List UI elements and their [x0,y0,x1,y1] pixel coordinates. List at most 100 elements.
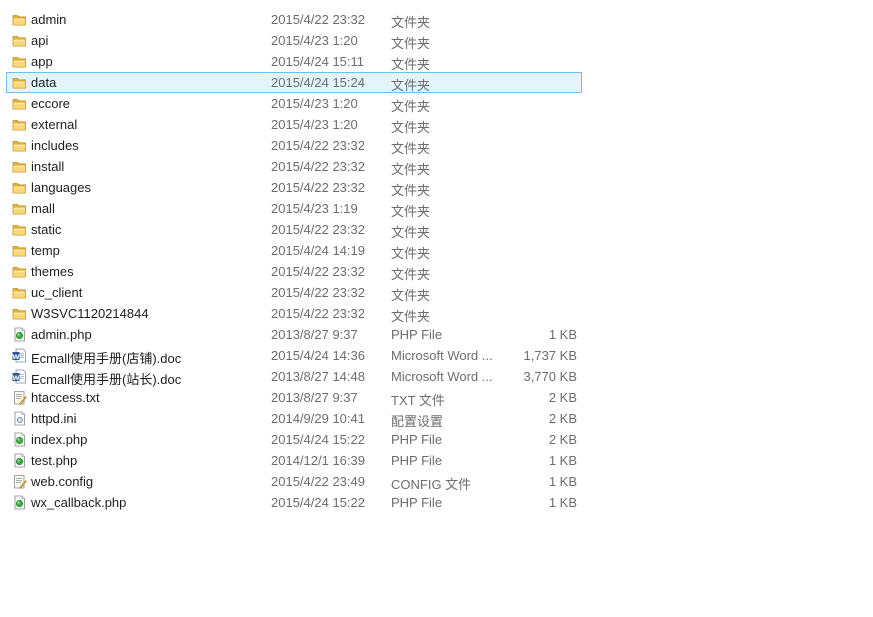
file-name[interactable]: htaccess.txt [31,390,100,405]
file-name[interactable]: static [31,222,61,237]
file-name[interactable]: admin.php [31,327,92,342]
file-list: admin 2015/4/22 23:32 文件夹 api 2015/4/23 1:20… [6,9,582,513]
text-file-icon [12,474,27,489]
file-row[interactable]: admin.php 2013/8/27 9:37 PHP File 1 KB [6,324,582,345]
file-row[interactable]: web.config 2015/4/22 23:49 CONFIG 文件 1 KB [6,471,582,492]
file-name[interactable]: install [31,159,64,174]
file-row[interactable]: wx_callback.php 2015/4/24 15:22 PHP File 1 … [6,492,582,513]
file-type: 文件夹 [391,183,431,198]
file-date: 2015/4/22 23:49 [271,474,365,489]
file-name[interactable]: admin [31,12,66,27]
file-size: 1 KB [548,327,577,342]
folder-icon [12,180,27,195]
php-file-icon [12,495,27,510]
file-name[interactable]: Ecmall使用手册(店铺).doc [31,348,181,367]
file-date: 2015/4/22 23:32 [271,180,365,195]
file-name[interactable]: uc_client [31,285,82,300]
file-name[interactable]: index.php [31,432,87,447]
file-date: 2013/8/27 14:48 [271,369,365,384]
file-name[interactable]: external [31,117,77,132]
file-row[interactable]: static 2015/4/22 23:32 文件夹 [6,219,582,240]
file-name[interactable]: themes [31,264,74,279]
folder-icon [12,243,27,258]
folder-icon [12,96,27,111]
file-type: 文件夹 [391,15,431,30]
file-name[interactable]: httpd.ini [31,411,77,426]
file-name[interactable]: wx_callback.php [31,495,126,510]
file-type: 文件夹 [391,204,431,219]
file-type: 文件夹 [391,141,431,156]
file-name[interactable]: mall [31,201,55,216]
folder-icon [12,75,27,90]
php-file-icon [12,327,27,342]
file-name[interactable]: data [31,75,56,90]
file-name[interactable]: test.php [31,453,77,468]
file-name[interactable]: languages [31,180,91,195]
file-row[interactable]: data 2015/4/24 15:24 文件夹 [6,72,582,93]
file-name[interactable]: app [31,54,53,69]
file-row[interactable]: api 2015/4/23 1:20 文件夹 [6,30,582,51]
svg-text:W: W [12,374,19,382]
file-date: 2015/4/24 14:19 [271,243,365,258]
file-name[interactable]: temp [31,243,60,258]
file-name[interactable]: web.config [31,474,93,489]
folder-icon [12,201,27,216]
file-name[interactable]: includes [31,138,79,153]
folder-icon [12,264,27,279]
file-row[interactable]: app 2015/4/24 15:11 文件夹 [6,51,582,72]
php-file-icon [12,432,27,447]
file-date: 2015/4/24 15:22 [271,432,365,447]
word-doc-icon: W [12,369,27,384]
file-row[interactable]: W Ecmall使用手册(站长).doc 2013/8/27 14:48 Micros… [6,366,582,387]
php-file-icon [12,453,27,468]
file-row[interactable]: languages 2015/4/22 23:32 文件夹 [6,177,582,198]
file-type: 文件夹 [391,267,431,282]
file-date: 2014/12/1 16:39 [271,453,365,468]
file-name[interactable]: api [31,33,48,48]
file-date: 2013/8/27 9:37 [271,327,358,342]
file-date: 2015/4/23 1:20 [271,33,358,48]
file-type: 文件夹 [391,288,431,303]
file-date: 2014/9/29 10:41 [271,411,365,426]
file-row[interactable]: themes 2015/4/22 23:32 文件夹 [6,261,582,282]
file-date: 2015/4/24 14:36 [271,348,365,363]
file-type: 文件夹 [391,57,431,72]
file-row[interactable]: test.php 2014/12/1 16:39 PHP File 1 KB [6,450,582,471]
file-size: 1,737 KB [523,348,578,363]
file-type: PHP File [391,327,443,342]
file-row[interactable]: admin 2015/4/22 23:32 文件夹 [6,9,582,30]
file-row[interactable]: htaccess.txt 2013/8/27 9:37 TXT 文件 2 KB [6,387,582,408]
file-size: 2 KB [548,411,577,426]
folder-icon [12,33,27,48]
folder-icon [12,12,27,27]
file-row[interactable]: httpd.ini 2014/9/29 10:41 配置设置 2 KB [6,408,582,429]
file-name[interactable]: W3SVC1120214844 [31,306,149,321]
file-row[interactable]: eccore 2015/4/23 1:20 文件夹 [6,93,582,114]
folder-icon [12,159,27,174]
file-type: PHP File [391,453,443,468]
file-type: 文件夹 [391,225,431,240]
file-name[interactable]: Ecmall使用手册(站长).doc [31,369,181,388]
file-row[interactable]: temp 2015/4/24 14:19 文件夹 [6,240,582,261]
file-type: 配置设置 [391,414,444,429]
file-row[interactable]: includes 2015/4/22 23:32 文件夹 [6,135,582,156]
file-name[interactable]: eccore [31,96,70,111]
text-file-icon [12,390,27,405]
file-date: 2015/4/22 23:32 [271,285,365,300]
word-doc-icon: W [12,348,27,363]
file-size: 1 KB [548,495,577,510]
folder-icon [12,138,27,153]
file-type: 文件夹 [391,36,431,51]
file-row[interactable]: W Ecmall使用手册(店铺).doc 2015/4/24 14:36 Micros… [6,345,582,366]
file-row[interactable]: W3SVC1120214844 2015/4/22 23:32 文件夹 [6,303,582,324]
file-row[interactable]: install 2015/4/22 23:32 文件夹 [6,156,582,177]
file-date: 2015/4/23 1:20 [271,117,358,132]
file-row[interactable]: index.php 2015/4/24 15:22 PHP File 2 KB [6,429,582,450]
file-row[interactable]: mall 2015/4/23 1:19 文件夹 [6,198,582,219]
file-type: 文件夹 [391,246,431,261]
folder-icon [12,54,27,69]
file-row[interactable]: uc_client 2015/4/22 23:32 文件夹 [6,282,582,303]
file-date: 2015/4/24 15:11 [271,54,365,69]
file-row[interactable]: external 2015/4/23 1:20 文件夹 [6,114,582,135]
file-date: 2015/4/22 23:32 [271,264,365,279]
